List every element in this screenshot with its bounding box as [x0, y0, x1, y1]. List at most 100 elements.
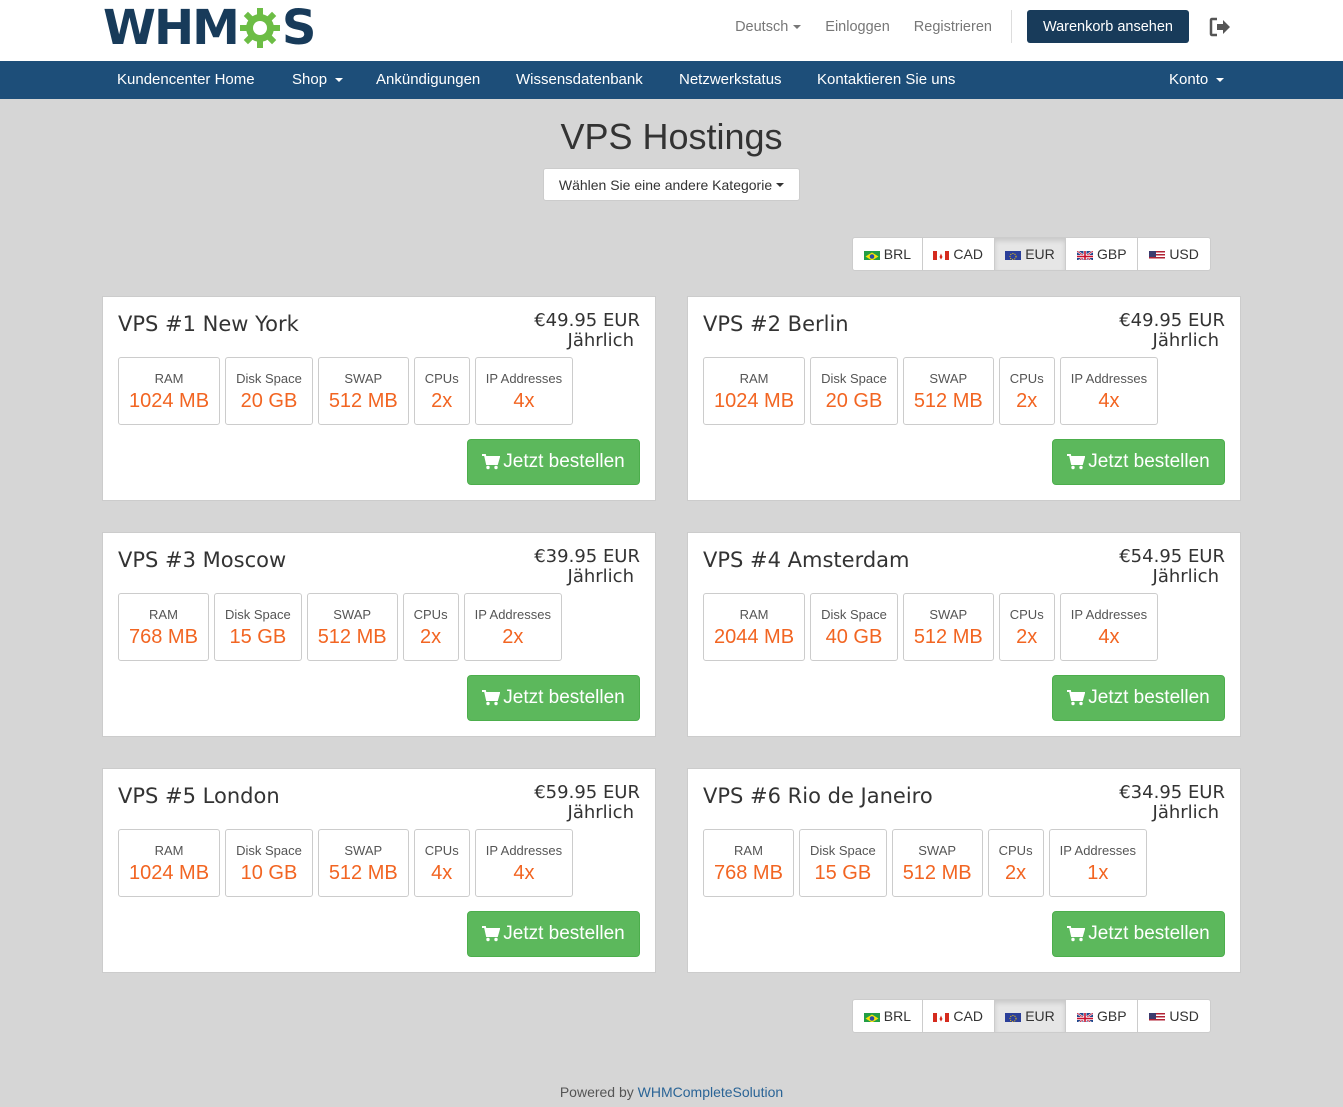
view-cart-button[interactable]: Warenkorb ansehen [1026, 10, 1189, 43]
login-link[interactable]: Einloggen [825, 19, 890, 35]
feature-label: RAM [154, 843, 184, 858]
currency-button-usd-bottom[interactable]: USD [1138, 1000, 1210, 1032]
feature-value: 4x [431, 862, 453, 884]
flag-usd-icon [1149, 1011, 1166, 1022]
feature-label: RAM [739, 371, 769, 386]
feature-box: CPUs 2x [987, 829, 1044, 897]
feature-box: CPUs 2x [998, 357, 1055, 425]
nav-network-status[interactable]: Netzwerkstatus [679, 61, 782, 99]
whmcs-logo[interactable]: WHM S [103, 0, 316, 56]
shopping-cart-icon [482, 926, 501, 942]
product-name: VPS #3 Moscow [118, 548, 287, 572]
nav-home[interactable]: Kundencenter Home [117, 61, 255, 99]
order-now-button[interactable]: Jetzt bestellen [467, 911, 640, 957]
logout-icon[interactable] [1209, 17, 1231, 37]
footer-prefix: Powered by [559, 1084, 634, 1100]
nav-contact[interactable]: Kontaktieren Sie uns [817, 61, 955, 99]
order-now-button[interactable]: Jetzt bestellen [467, 675, 640, 721]
product-name: VPS #6 Rio de Janeiro [703, 784, 933, 808]
feature-label: SWAP [333, 607, 372, 622]
currency-button-gbp-bottom[interactable]: GBP [1066, 1000, 1139, 1032]
feature-value: 1024 MB [714, 390, 795, 412]
nav-shop[interactable]: Shop [292, 61, 344, 99]
category-button-label: Wählen Sie eine andere Kategorie [558, 176, 773, 193]
feature-label: CPUs [413, 607, 448, 622]
billing-cycle: Jährlich [1152, 566, 1219, 587]
order-now-button[interactable]: Jetzt bestellen [1052, 439, 1225, 485]
product-name: VPS #5 London [118, 784, 280, 808]
feature-list: RAM 2044 MB Disk Space 40 GB SWAP 512 MB CPUs 2… [703, 593, 1163, 661]
currency-button-brl-bottom[interactable]: BRL [853, 1000, 923, 1032]
product-name: VPS #4 Amsterdam [703, 548, 910, 572]
logo-gear-icon [238, 6, 282, 50]
billing-cycle: Jährlich [567, 802, 634, 823]
currency-button-brl-top[interactable]: BRL [853, 238, 923, 270]
feature-box: CPUs 2x [998, 593, 1055, 661]
currency-label: CAD [953, 246, 983, 262]
language-selector[interactable]: Deutsch [735, 19, 802, 35]
feature-value: 512 MB [913, 390, 983, 412]
footer-link[interactable]: WHMCompleteSolution [638, 1084, 784, 1100]
currency-button-eur-top[interactable]: EUR [994, 238, 1067, 270]
shopping-cart-icon [482, 454, 501, 470]
flag-cad-icon [933, 249, 950, 260]
currency-button-gbp-top[interactable]: GBP [1066, 238, 1139, 270]
feature-box: Disk Space 40 GB [810, 593, 898, 661]
product-name: VPS #2 Berlin [703, 312, 849, 336]
flag-cad-icon [933, 1011, 950, 1022]
feature-box: SWAP 512 MB [891, 829, 983, 897]
feature-label: SWAP [918, 843, 957, 858]
flag-usd-icon [1149, 249, 1166, 260]
currency-button-eur-bottom[interactable]: EUR [994, 1000, 1067, 1032]
flag-eur-icon [1005, 1011, 1022, 1022]
feature-label: CPUs [424, 843, 459, 858]
divider [1010, 10, 1012, 43]
feature-list: RAM 1024 MB Disk Space 20 GB SWAP 512 MB CPUs 2… [703, 357, 1163, 425]
billing-cycle: Jährlich [1152, 802, 1219, 823]
feature-box: Disk Space 15 GB [798, 829, 887, 897]
currency-label: EUR [1025, 1008, 1055, 1024]
currency-label: USD [1169, 246, 1199, 262]
feature-box: CPUs 4x [413, 829, 470, 897]
order-button-label: Jetzt bestellen [503, 923, 625, 944]
order-button-label: Jetzt bestellen [1088, 923, 1210, 944]
product-price: €34.95 EUR Jährlich [1119, 783, 1225, 823]
feature-box: CPUs 2x [413, 357, 470, 425]
feature-box: RAM 1024 MB [703, 357, 806, 425]
header-actions: Deutsch Einloggen Registrieren Warenkorb… [735, 10, 1231, 43]
currency-button-cad-top[interactable]: CAD [923, 238, 995, 270]
shopping-cart-icon [1067, 926, 1086, 942]
feature-label: SWAP [344, 843, 383, 858]
feature-label: Disk Space [821, 371, 887, 386]
logo-text-start: WHM [103, 0, 240, 56]
product-price: €49.95 EUR Jährlich [534, 311, 640, 351]
feature-label: CPUs [1009, 607, 1044, 622]
order-now-button[interactable]: Jetzt bestellen [1052, 675, 1225, 721]
currency-button-cad-bottom[interactable]: CAD [923, 1000, 995, 1032]
currency-button-usd-top[interactable]: USD [1138, 238, 1210, 270]
shopping-cart-icon [1067, 690, 1086, 706]
feature-label: Disk Space [809, 843, 876, 858]
register-link[interactable]: Registrieren [914, 19, 992, 35]
feature-value: 512 MB [328, 862, 398, 884]
product-price: €49.95 EUR Jährlich [1119, 311, 1225, 351]
currency-label: BRL [883, 1008, 912, 1024]
product-card: VPS #4 Amsterdam €54.95 EUR Jährlich RAM 204… [687, 532, 1241, 737]
feature-label: IP Addresses [485, 843, 563, 858]
price-amount: €59.95 EUR [534, 782, 640, 803]
feature-box: RAM 768 MB [118, 593, 209, 661]
nav-account[interactable]: Konto [1169, 61, 1225, 99]
order-now-button[interactable]: Jetzt bestellen [1052, 911, 1225, 957]
currency-label: BRL [883, 246, 912, 262]
feature-label: RAM [154, 371, 184, 386]
feature-value: 20 GB [825, 390, 883, 412]
feature-box: RAM 1024 MB [118, 829, 221, 897]
nav-announcements[interactable]: Ankündigungen [376, 61, 480, 99]
feature-label: SWAP [929, 607, 968, 622]
flag-eur-icon [1005, 249, 1022, 260]
category-dropdown-button[interactable]: Wählen Sie eine andere Kategorie [543, 168, 800, 201]
chevron-down-icon [776, 182, 785, 187]
nav-knowledgebase[interactable]: Wissensdatenbank [516, 61, 643, 99]
order-now-button[interactable]: Jetzt bestellen [467, 439, 640, 485]
feature-label: SWAP [929, 371, 968, 386]
